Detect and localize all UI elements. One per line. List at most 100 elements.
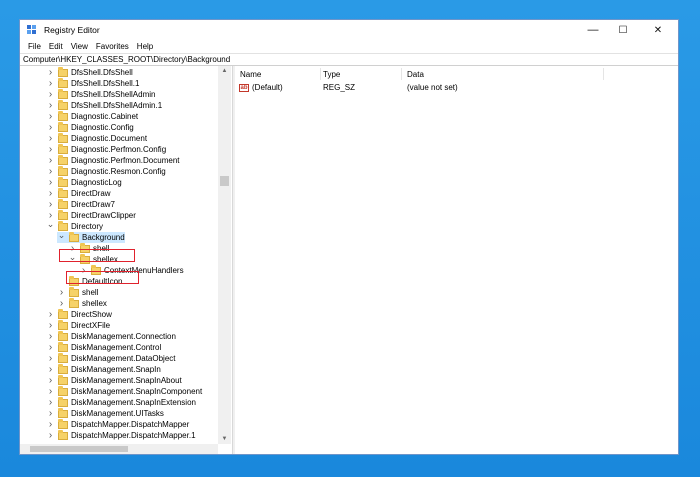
chevron-right-icon[interactable]: ›: [46, 309, 55, 320]
chevron-right-icon[interactable]: ›: [57, 287, 66, 298]
tree-item[interactable]: › DiagnosticLog: [46, 176, 122, 188]
column-header-data[interactable]: Data: [407, 68, 424, 80]
value-row-default-name[interactable]: ab (Default): [239, 82, 283, 93]
value-row-default-type[interactable]: REG_SZ: [323, 82, 355, 93]
tree-scroll-thumb[interactable]: [220, 176, 229, 186]
chevron-right-icon[interactable]: ›: [46, 133, 55, 144]
tree-item[interactable]: › DiskManagement.SnapInAbout: [46, 374, 182, 386]
chevron-right-icon[interactable]: ›: [46, 122, 55, 133]
tree-item[interactable]: › DirectDraw: [46, 187, 111, 199]
chevron-right-icon[interactable]: ›: [46, 177, 55, 188]
tree-item[interactable]: › DispatchMapper.DispatchMapper: [46, 418, 190, 430]
maximize-button[interactable]: ☐: [608, 20, 638, 40]
tree-item[interactable]: › DirectDrawClipper: [46, 209, 136, 221]
tree-item[interactable]: ⌄ Directory: [46, 219, 103, 232]
tree-item-label: DiskManagement.SnapInExtension: [71, 398, 196, 407]
chevron-right-icon[interactable]: ›: [46, 188, 55, 199]
chevron-right-icon[interactable]: ›: [46, 89, 55, 100]
chevron-right-icon[interactable]: ›: [46, 100, 55, 111]
menu-edit[interactable]: Edit: [45, 42, 67, 51]
menu-favorites[interactable]: Favorites: [92, 42, 133, 51]
chevron-right-icon[interactable]: ›: [46, 375, 55, 386]
tree-item[interactable]: › Diagnostic.Resmon.Config: [46, 165, 166, 177]
tree-item[interactable]: › DiskManagement.SnapInExtension: [46, 396, 196, 408]
tree-item[interactable]: › DirectShow: [46, 308, 112, 320]
menu-view[interactable]: View: [67, 42, 92, 51]
values-pane: Name Type Data ab (Default) REG_SZ (valu…: [235, 66, 678, 454]
chevron-right-icon[interactable]: ›: [46, 419, 55, 430]
close-button[interactable]: ✕: [638, 20, 678, 40]
tree-item-label: DiskManagement.DataObject: [71, 354, 176, 363]
window-title: Registry Editor: [44, 25, 100, 35]
tree-item[interactable]: › shell: [57, 286, 99, 298]
value-row-default-data[interactable]: (value not set): [407, 82, 458, 93]
column-divider[interactable]: [320, 68, 321, 80]
folder-icon: [58, 187, 68, 198]
tree-hscroll-thumb[interactable]: [30, 446, 128, 452]
tree-horizontal-scrollbar[interactable]: [20, 444, 218, 454]
tree-item[interactable]: › DfsShell.DfsShellAdmin.1: [46, 99, 162, 111]
address-bar[interactable]: Computer\HKEY_CLASSES_ROOT\Directory\Bac…: [20, 53, 678, 66]
tree-item-label: shell: [82, 288, 99, 297]
tree-item[interactable]: › Diagnostic.Document: [46, 132, 147, 144]
tree-item[interactable]: › Diagnostic.Perfmon.Config: [46, 143, 166, 155]
tree-item[interactable]: › DirectDraw7: [46, 198, 115, 210]
chevron-right-icon[interactable]: ›: [46, 111, 55, 122]
menu-file[interactable]: File: [24, 42, 45, 51]
tree-item[interactable]: › DfsShell.DfsShellAdmin: [46, 88, 156, 100]
menu-help[interactable]: Help: [133, 42, 157, 51]
title-bar[interactable]: Registry Editor — ☐ ✕: [20, 20, 678, 40]
tree-item[interactable]: › DiskManagement.UITasks: [46, 407, 164, 419]
tree-item-label: Diagnostic.Config: [71, 123, 134, 132]
column-divider[interactable]: [401, 68, 402, 80]
tree-item[interactable]: › DirectXFile: [46, 319, 110, 331]
tree-item[interactable]: › DiskManagement.DataObject: [46, 352, 176, 364]
folder-icon: [58, 143, 68, 154]
tree-item[interactable]: › DiskManagement.SnapIn: [46, 363, 161, 375]
chevron-right-icon[interactable]: ›: [46, 199, 55, 210]
tree-item[interactable]: ⌄ Background: [57, 230, 125, 243]
chevron-right-icon[interactable]: ›: [46, 342, 55, 353]
tree-item-label: Diagnostic.Perfmon.Document: [71, 156, 180, 165]
tree-item[interactable]: › DispatchMapper.DispatchMapper.1: [46, 429, 196, 441]
tree-item-label: DiskManagement.SnapInComponent: [71, 387, 203, 396]
scroll-down-icon[interactable]: ▼: [218, 434, 231, 444]
chevron-down-icon[interactable]: ⌄: [46, 219, 55, 230]
tree-item-label: DfsShell.DfsShellAdmin: [71, 90, 156, 99]
tree-item[interactable]: › DfsShell.DfsShell.1: [46, 77, 139, 89]
chevron-right-icon[interactable]: ›: [46, 353, 55, 364]
tree-item[interactable]: › shellex: [57, 297, 107, 309]
folder-icon: [58, 165, 68, 176]
tree-item[interactable]: › Diagnostic.Perfmon.Document: [46, 154, 180, 166]
chevron-right-icon[interactable]: ›: [46, 397, 55, 408]
tree-item[interactable]: › DfsShell.DfsShell: [46, 66, 133, 78]
tree-item[interactable]: › DiskManagement.Connection: [46, 330, 176, 342]
chevron-right-icon[interactable]: ›: [46, 386, 55, 397]
chevron-right-icon[interactable]: ›: [46, 320, 55, 331]
chevron-right-icon[interactable]: ›: [46, 67, 55, 78]
minimize-button[interactable]: —: [578, 20, 608, 40]
tree-item[interactable]: › Diagnostic.Cabinet: [46, 110, 138, 122]
chevron-right-icon[interactable]: ›: [57, 298, 66, 309]
chevron-right-icon[interactable]: ›: [46, 408, 55, 419]
tree-item[interactable]: › Diagnostic.Config: [46, 121, 134, 133]
tree-item[interactable]: › DiskManagement.SnapInComponent: [46, 385, 203, 397]
chevron-right-icon[interactable]: ›: [46, 331, 55, 342]
tree-vertical-scrollbar[interactable]: ▲ ▼: [218, 66, 231, 444]
column-header-type[interactable]: Type: [323, 68, 340, 80]
chevron-right-icon[interactable]: ›: [46, 155, 55, 166]
chevron-right-icon[interactable]: ›: [46, 166, 55, 177]
chevron-right-icon[interactable]: ›: [46, 364, 55, 375]
folder-icon: [58, 154, 68, 165]
chevron-down-icon[interactable]: ⌄: [57, 230, 66, 241]
tree-item-label: DirectDrawClipper: [71, 211, 136, 220]
scroll-up-icon[interactable]: ▲: [218, 66, 231, 76]
tree-item-label: DispatchMapper.DispatchMapper: [71, 420, 190, 429]
chevron-right-icon[interactable]: ›: [46, 78, 55, 89]
key-tree: › DfsShell.DfsShell › DfsShell.DfsShell.1 › D…: [20, 66, 232, 454]
tree-item[interactable]: › DiskManagement.Control: [46, 341, 161, 353]
column-divider[interactable]: [603, 68, 604, 80]
chevron-right-icon[interactable]: ›: [46, 144, 55, 155]
column-header-name[interactable]: Name: [240, 68, 261, 80]
chevron-right-icon[interactable]: ›: [46, 430, 55, 441]
